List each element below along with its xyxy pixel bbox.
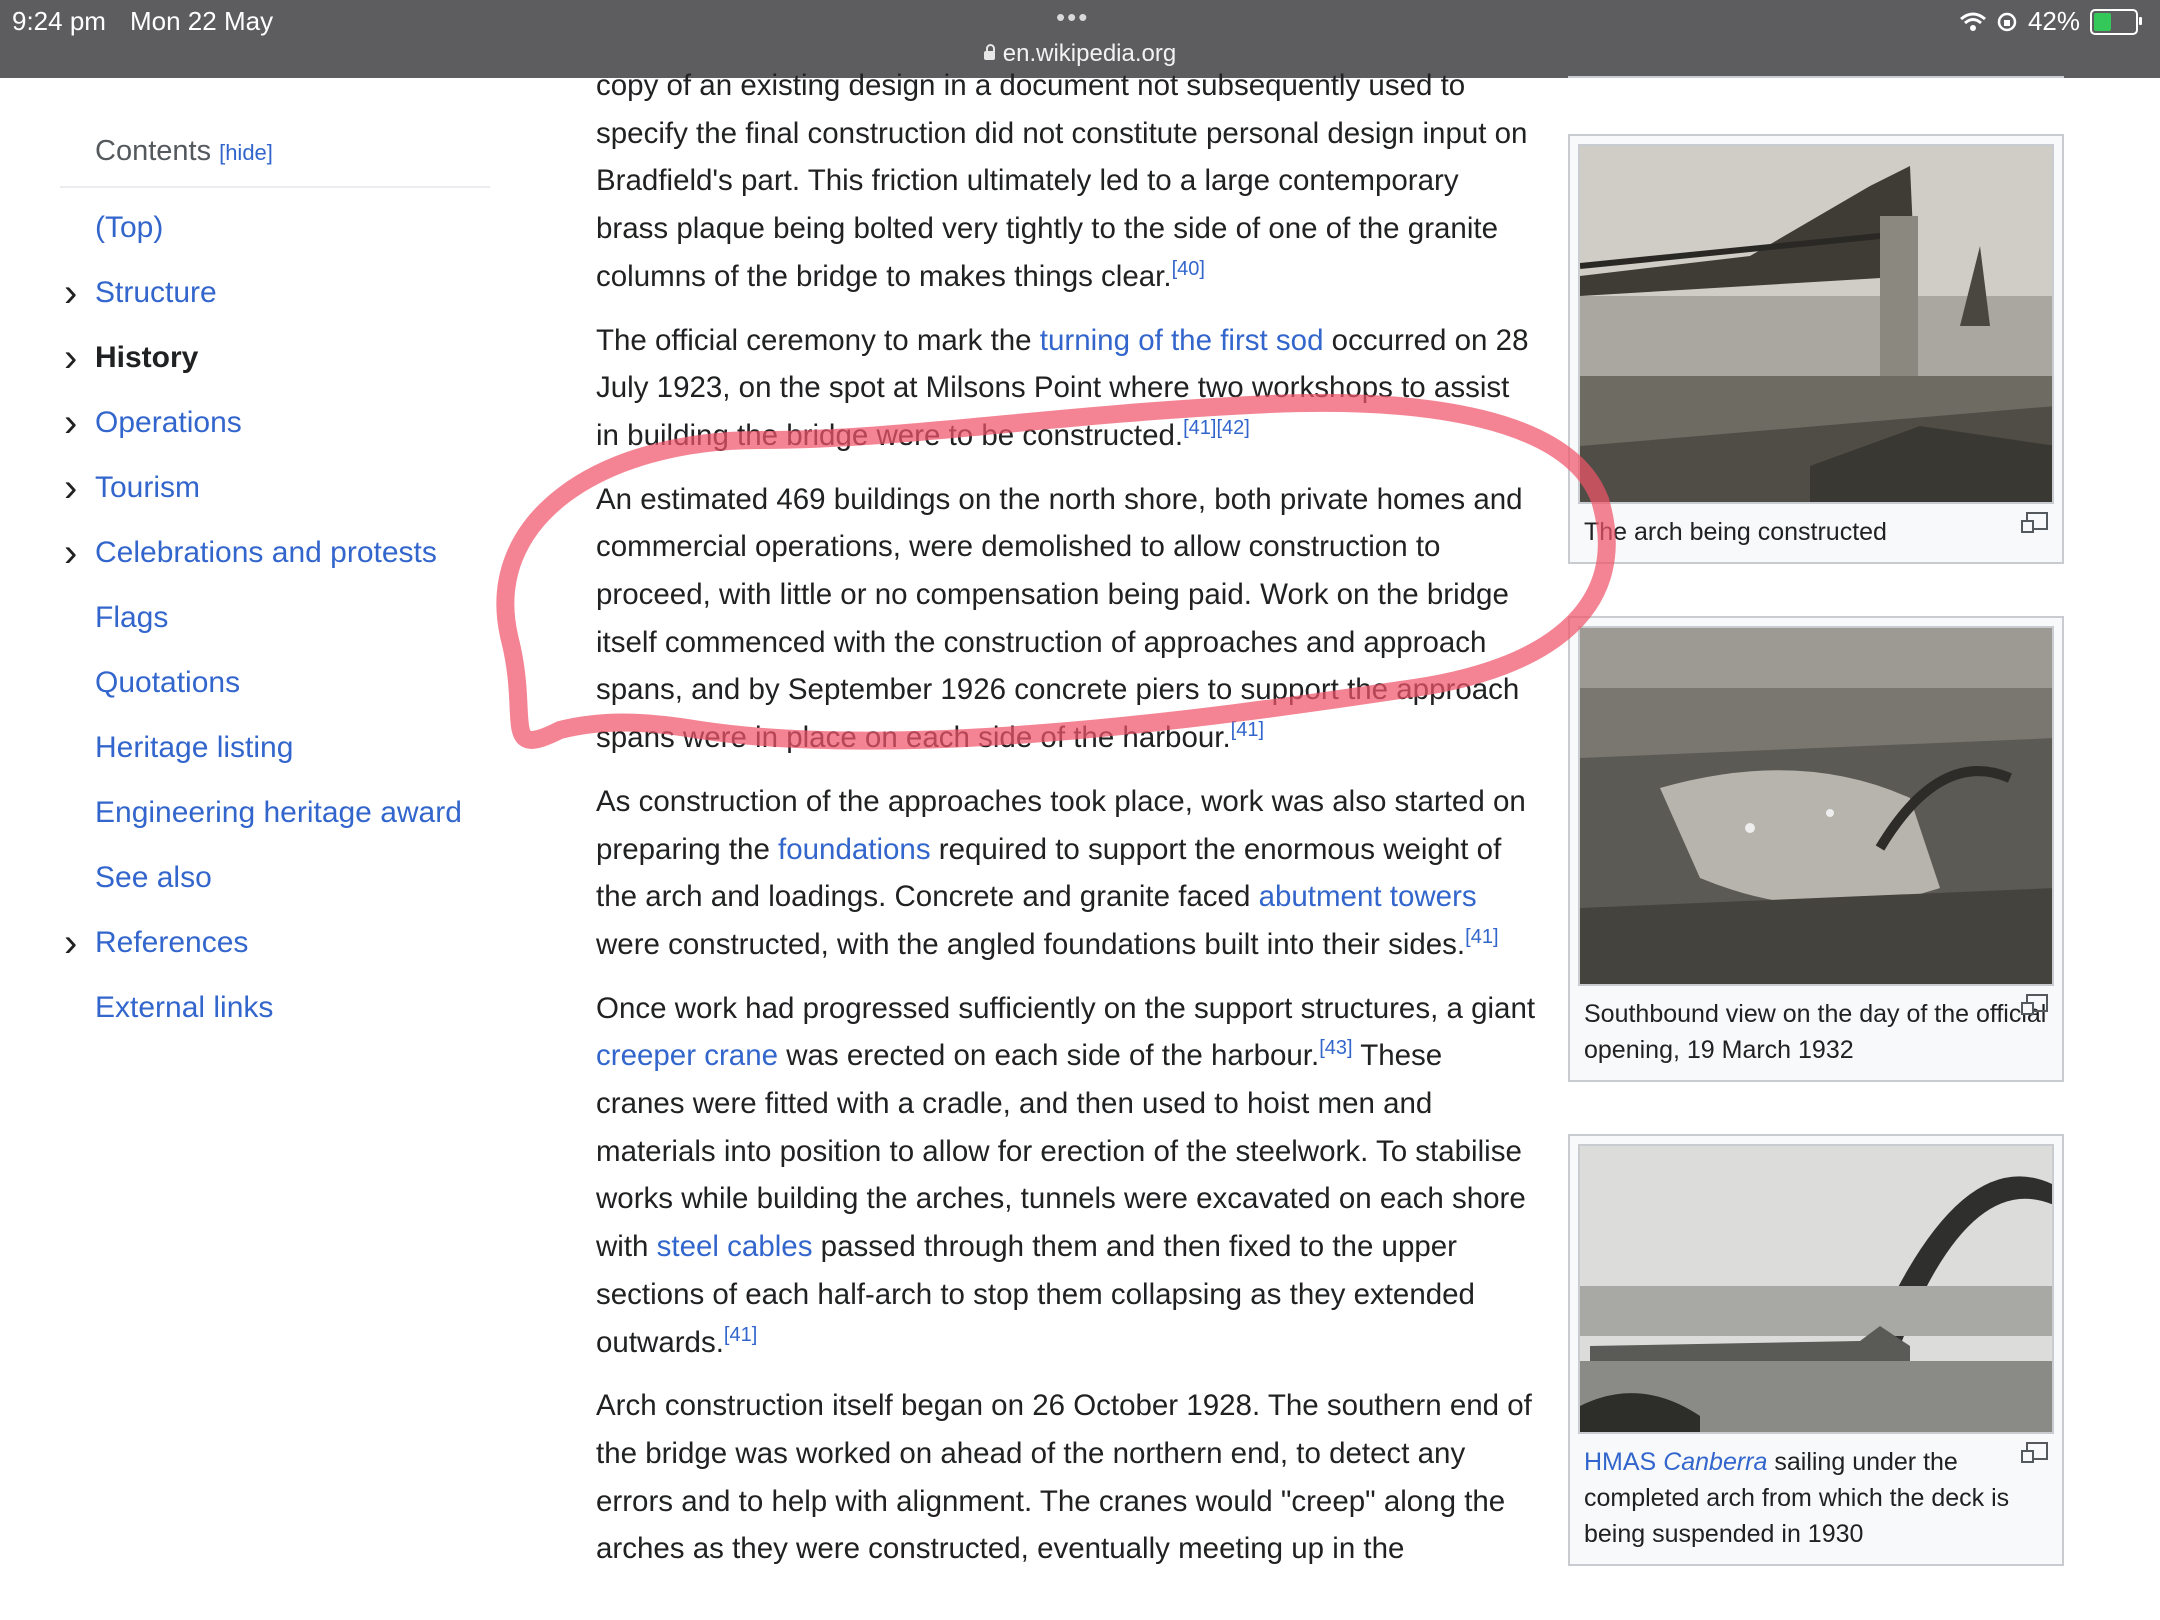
- status-time: 9:24 pm: [12, 6, 106, 36]
- toc-item-label: Flags: [95, 601, 169, 634]
- citation-41[interactable]: [41]: [1231, 719, 1264, 741]
- paragraph-cranes: Once work had progressed sufficiently on…: [596, 985, 1536, 1367]
- figure-caption: The arch being constructed: [1570, 512, 2062, 562]
- toc-item[interactable]: › Operations: [60, 393, 490, 458]
- link-hmas-canberra[interactable]: HMAS Canberra: [1584, 1448, 1767, 1476]
- toc-item-label: (Top): [95, 211, 164, 244]
- toc-item[interactable]: › Structure: [60, 263, 490, 328]
- caption-text: The arch being constructed: [1584, 518, 1887, 546]
- table-of-contents: Contents [hide] (Top) › Structure › History › O…: [60, 135, 490, 1043]
- system-indicators: 42%: [1959, 6, 2142, 37]
- toc-header: Contents [hide]: [60, 135, 490, 188]
- paragraph-first-sod: The official ceremony to mark the turnin…: [596, 317, 1536, 460]
- toc-item-label: Heritage listing: [95, 731, 294, 764]
- chevron-right-icon[interactable]: ›: [64, 523, 77, 583]
- toc-item-label: References: [95, 926, 249, 959]
- photo-aerial-image: [1580, 628, 2052, 984]
- caption-link-text: HMAS: [1584, 1448, 1664, 1476]
- toc-item-label: Operations: [95, 406, 242, 439]
- paragraph-text: were constructed, with the angled founda…: [596, 927, 1466, 961]
- toc-item[interactable]: See also: [60, 848, 490, 913]
- toc-item[interactable]: Flags: [60, 588, 490, 653]
- paragraph-text: Once work had progressed sufficiently on…: [596, 991, 1536, 1025]
- citation-40[interactable]: [40]: [1172, 258, 1205, 280]
- paragraph-arch-construction: Arch construction itself began on 26 Oct…: [596, 1382, 1536, 1573]
- paragraph-text: copy of an existing design in a document…: [596, 69, 1528, 293]
- toc-item[interactable]: › Celebrations and protests: [60, 523, 490, 588]
- toc-item-label: Quotations: [95, 666, 241, 699]
- toc-item[interactable]: Quotations: [60, 653, 490, 718]
- more-options-icon[interactable]: •••: [1056, 2, 1089, 33]
- caption-link-italic: Canberra: [1663, 1448, 1768, 1476]
- link-abutment-towers[interactable]: abutment towers: [1259, 880, 1477, 913]
- toc-item[interactable]: Heritage listing: [60, 718, 490, 783]
- orientation-lock-icon: [1997, 12, 2017, 31]
- link-creeper-crane[interactable]: creeper crane: [596, 1039, 778, 1072]
- toc-item-label: External links: [95, 991, 274, 1024]
- chevron-right-icon[interactable]: ›: [64, 913, 77, 973]
- figure-hmas-canberra: HMAS Canberra sailing under the complete…: [1568, 1134, 2064, 1566]
- chevron-right-icon[interactable]: ›: [64, 328, 77, 388]
- figure-caption: HMAS Canberra sailing under the complete…: [1570, 1442, 2062, 1564]
- chevron-right-icon[interactable]: ›: [64, 393, 77, 453]
- toc-item-label: Structure: [95, 276, 217, 309]
- paragraph-design-dispute: copy of an existing design in a document…: [596, 62, 1536, 301]
- chevron-right-icon[interactable]: ›: [64, 263, 77, 323]
- toc-item[interactable]: › History: [60, 328, 490, 393]
- photo-ship-image: [1580, 1146, 2052, 1432]
- toc-item-label: See also: [95, 861, 212, 894]
- toc-item-label: Engineering heritage award: [95, 796, 462, 829]
- link-foundations[interactable]: foundations: [778, 833, 931, 866]
- toc-hide-link[interactable]: [hide]: [219, 140, 273, 165]
- link-steel-cables[interactable]: steel cables: [657, 1230, 813, 1263]
- toc-title: Contents: [95, 135, 212, 167]
- photo-southbound-view[interactable]: [1578, 626, 2054, 986]
- status-date: Mon 22 May: [130, 6, 274, 36]
- article-body: copy of an existing design in a document…: [596, 62, 1536, 1589]
- battery-icon: [2090, 8, 2142, 35]
- photo-arch-image: [1580, 146, 2052, 502]
- paragraph-foundations: As construction of the approaches took p…: [596, 778, 1536, 969]
- toc-item-label: Tourism: [95, 471, 201, 504]
- photo-hmas-canberra[interactable]: [1578, 1144, 2054, 1434]
- toc-item-label: History: [95, 341, 199, 374]
- paragraph-text: An estimated 469 buildings on the north …: [596, 482, 1523, 755]
- citation-43[interactable]: [43]: [1319, 1038, 1352, 1060]
- chevron-right-icon[interactable]: ›: [64, 458, 77, 518]
- battery-percent: 42%: [2027, 6, 2080, 36]
- toc-item-label: Celebrations and protests: [95, 536, 437, 569]
- toc-list: (Top) › Structure › History › Operations › Touri…: [60, 198, 490, 1043]
- paragraph-text: The official ceremony to mark the: [596, 323, 1040, 357]
- caption-text: Southbound view on the day of the offici…: [1584, 1000, 2047, 1064]
- previous-figure-border: [1568, 76, 2064, 78]
- wifi-icon: [1959, 12, 1986, 31]
- link-turning-of-the-first-sod[interactable]: turning of the first sod: [1040, 324, 1324, 357]
- citation-41-42[interactable]: [41][42]: [1183, 417, 1250, 439]
- toc-item[interactable]: External links: [60, 978, 490, 1043]
- toc-item[interactable]: (Top): [60, 198, 490, 263]
- toc-item[interactable]: Engineering heritage award: [60, 783, 490, 848]
- toc-item[interactable]: › Tourism: [60, 458, 490, 523]
- paragraph-demolition: An estimated 469 buildings on the north …: [596, 476, 1536, 762]
- figure-caption: Southbound view on the day of the offici…: [1570, 994, 2062, 1080]
- enlarge-icon[interactable]: [2021, 994, 2048, 1015]
- lock-icon: [983, 44, 995, 60]
- photo-arch-construction[interactable]: [1578, 144, 2054, 504]
- toc-item[interactable]: › References: [60, 913, 490, 978]
- figure-arch-construction: The arch being constructed: [1568, 134, 2064, 564]
- figure-southbound-view: Southbound view on the day of the offici…: [1568, 616, 2064, 1082]
- citation-41[interactable]: [41]: [1465, 926, 1498, 948]
- paragraph-text: Arch construction itself began on 26 Oct…: [596, 1389, 1532, 1566]
- paragraph-text: was erected on each side of the harbour.: [778, 1039, 1320, 1073]
- citation-41[interactable]: [41]: [724, 1324, 757, 1346]
- enlarge-icon[interactable]: [2021, 1442, 2048, 1463]
- enlarge-icon[interactable]: [2021, 512, 2048, 533]
